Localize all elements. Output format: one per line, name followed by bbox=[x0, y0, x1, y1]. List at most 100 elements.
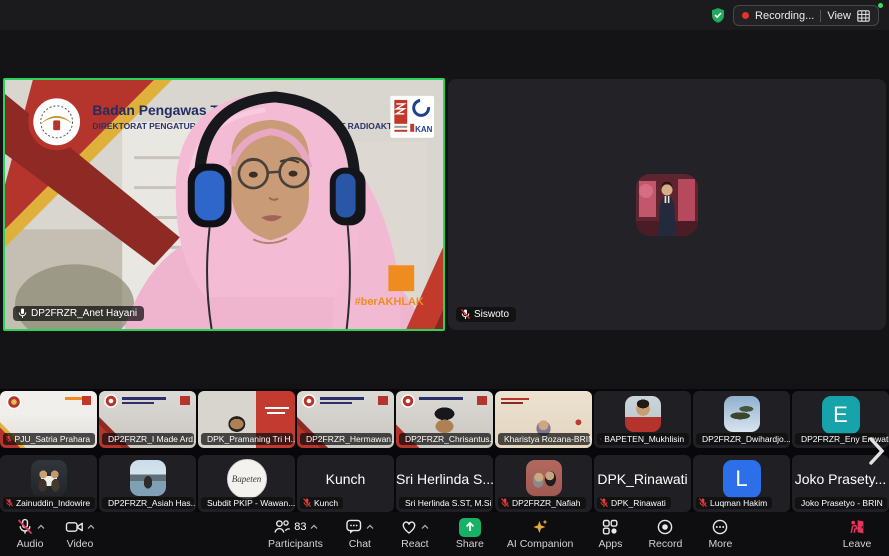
participant-tile[interactable]: DP2FRZR_I Made Ard... bbox=[99, 391, 196, 448]
participant-name-tag: DP2FRZR_Nafiah bbox=[498, 497, 586, 509]
apps-icon bbox=[601, 518, 619, 536]
participant-tile[interactable]: DPK_Rinawati DPK_Rinawati bbox=[594, 455, 691, 512]
participant-name-tag: DP2FRZR_Asiah Has... bbox=[102, 497, 194, 509]
next-page-chevron-icon[interactable] bbox=[866, 435, 886, 467]
muted-mic-icon bbox=[699, 498, 707, 508]
certification-logos: KAN bbox=[390, 96, 434, 138]
participant-name-tag: DP2FRZR_Dwihardjo... bbox=[696, 433, 788, 445]
chat-menu-caret-icon[interactable] bbox=[366, 524, 374, 530]
participant-name-tag: Joko Prasetyo - BRIN bbox=[795, 497, 887, 509]
participant-initial-avatar: L bbox=[723, 460, 761, 498]
speaker-virtual-background: Badan Pengawas Tenaga Nuklir DIREKTORAT … bbox=[5, 80, 443, 329]
chat-button[interactable]: Chat bbox=[338, 515, 382, 553]
participant-photo-avatar bbox=[31, 460, 67, 496]
heart-icon bbox=[400, 518, 418, 536]
participant-logo-avatar: Bapeten bbox=[227, 459, 267, 499]
status-green-dot bbox=[878, 3, 883, 8]
video-menu-caret-icon[interactable] bbox=[87, 524, 95, 530]
mic-icon bbox=[18, 308, 27, 319]
muted-mic-icon bbox=[600, 498, 608, 508]
participant-photo-avatar bbox=[130, 460, 166, 496]
ai-companion-button[interactable]: AI Companion bbox=[503, 515, 578, 553]
recording-dot-icon bbox=[742, 12, 749, 19]
participant-display-name: Joko Prasety... bbox=[792, 471, 889, 487]
audio-button[interactable]: Audio bbox=[8, 515, 52, 553]
participant-name-tag: DPK_Rinawati bbox=[597, 497, 671, 509]
security-shield-icon[interactable] bbox=[710, 7, 726, 24]
kan-logo-text: KAN bbox=[415, 125, 432, 134]
muted-mic-icon bbox=[6, 434, 12, 444]
active-speaker-video[interactable]: Badan Pengawas Tenaga Nuklir DIREKTORAT … bbox=[3, 78, 445, 331]
participant-name-tag: DPK_Pramaning Tri H... bbox=[201, 433, 293, 445]
participant-tile[interactable]: Kharistya Rozana-BRIN bbox=[495, 391, 592, 448]
share-screen-icon bbox=[459, 518, 481, 537]
participant-tile[interactable]: Kunch Kunch bbox=[297, 455, 394, 512]
view-grid-icon[interactable] bbox=[857, 10, 870, 22]
audio-menu-caret-icon[interactable] bbox=[37, 524, 45, 530]
participants-gallery: PJU_Satria Prahara DP2FRZR_I Made Ard... bbox=[0, 389, 889, 512]
gallery-row: PJU_Satria Prahara DP2FRZR_I Made Ard... bbox=[0, 391, 889, 448]
hashtag-text: #berAKHLAK bbox=[355, 296, 424, 308]
more-ellipsis-icon bbox=[711, 518, 729, 536]
camera-icon bbox=[65, 518, 84, 536]
participant-tile[interactable]: Bapeten Subdit PKIP - Wawan... bbox=[198, 455, 295, 512]
muted-mic-icon bbox=[501, 498, 509, 508]
participant-tile[interactable]: DP2FRZR_Nafiah bbox=[495, 455, 592, 512]
speaker-name-tag: DP2FRZR_Anet Hayani bbox=[13, 306, 144, 321]
pill-divider bbox=[820, 10, 821, 22]
participants-button[interactable]: 83 Participants bbox=[264, 515, 327, 553]
participant-tile[interactable]: DP2FRZR_Chrisantus... bbox=[396, 391, 493, 448]
participant-name-tag: DP2FRZR_Chrisantus... bbox=[399, 433, 491, 445]
participant-initial-avatar: E bbox=[822, 396, 860, 434]
participant-name-tag: DP2FRZR_I Made Ard... bbox=[102, 433, 194, 445]
participants-menu-caret-icon[interactable] bbox=[310, 524, 318, 530]
participant-tile[interactable]: L Luqman Hakim bbox=[693, 455, 790, 512]
participants-icon bbox=[273, 518, 291, 536]
react-button[interactable]: React bbox=[393, 515, 437, 553]
view-button-label[interactable]: View bbox=[827, 10, 851, 22]
video-button[interactable]: Video bbox=[58, 515, 102, 553]
participant-name: Siswoto bbox=[474, 309, 509, 320]
participant-name-tag: Kharistya Rozana-BRIN bbox=[498, 433, 590, 445]
ai-companion-sparkle-icon bbox=[531, 518, 549, 536]
muted-mic-icon bbox=[461, 309, 470, 320]
participant-name-tag: Luqman Hakim bbox=[696, 497, 772, 509]
participant-photo-avatar bbox=[625, 396, 661, 432]
apps-button[interactable]: Apps bbox=[588, 515, 632, 553]
leave-button[interactable]: Leave bbox=[835, 515, 879, 553]
participant-tile[interactable]: Zainuddin_Indowire bbox=[0, 455, 97, 512]
participant-name-tag: BAPETEN_Mukhlisin bbox=[597, 433, 689, 445]
participant-photo-avatar bbox=[724, 396, 760, 432]
participant-tile[interactable]: DPK_Pramaning Tri H... bbox=[198, 391, 295, 448]
more-button[interactable]: More bbox=[698, 515, 742, 553]
speaker-name: DP2FRZR_Anet Hayani bbox=[31, 308, 137, 319]
participant-name-tag: Sri Herlinda S.ST, M.Si bbox=[399, 497, 491, 509]
recording-view-pill: Recording... View bbox=[733, 5, 879, 26]
muted-mic-icon bbox=[6, 498, 13, 508]
participant-tile[interactable]: BAPETEN_Mukhlisin bbox=[594, 391, 691, 448]
participant-avatar bbox=[636, 174, 698, 236]
participant-display-name: DPK_Rinawati bbox=[594, 471, 691, 487]
participant-name-tag: DP2FRZR_Hermawan... bbox=[300, 433, 392, 445]
participant-video-siswoto[interactable]: Siswoto bbox=[448, 79, 886, 330]
participant-tile[interactable]: DP2FRZR_Dwihardjo... bbox=[693, 391, 790, 448]
participants-count: 83 bbox=[294, 521, 306, 533]
speaker-stage: Badan Pengawas Tenaga Nuklir DIREKTORAT … bbox=[0, 30, 889, 383]
record-icon bbox=[656, 518, 674, 536]
participant-name-tag: PJU_Satria Prahara bbox=[3, 433, 95, 445]
participant-display-name: Kunch bbox=[297, 471, 394, 487]
muted-mic-icon bbox=[303, 498, 311, 508]
chat-icon bbox=[345, 518, 363, 536]
record-button[interactable]: Record bbox=[643, 515, 687, 553]
participant-tile[interactable]: DP2FRZR_Asiah Has... bbox=[99, 455, 196, 512]
participant-tile[interactable]: DP2FRZR_Hermawan... bbox=[297, 391, 394, 448]
leave-icon bbox=[848, 518, 866, 536]
react-menu-caret-icon[interactable] bbox=[421, 524, 429, 530]
share-button[interactable]: Share bbox=[448, 515, 492, 553]
participant-tile[interactable]: PJU_Satria Prahara bbox=[0, 391, 97, 448]
muted-mic-icon bbox=[600, 434, 601, 444]
zoom-meeting-window: Recording... View bbox=[0, 0, 889, 556]
participant-tile[interactable]: Sri Herlinda S... Sri Herlinda S.ST, M.S… bbox=[396, 455, 493, 512]
mic-muted-icon bbox=[16, 518, 34, 536]
meeting-toolbar: Audio Video bbox=[0, 512, 889, 556]
